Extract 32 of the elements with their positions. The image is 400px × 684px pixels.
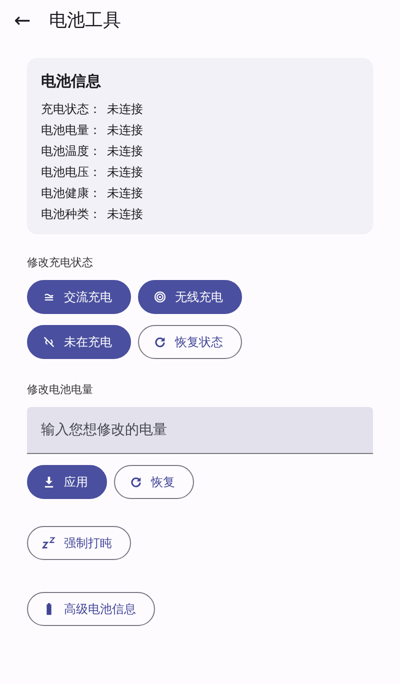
refresh-icon xyxy=(153,335,167,349)
action-button[interactable]: 应用 xyxy=(27,465,107,499)
action-button[interactable]: 交流充电 xyxy=(27,280,131,314)
info-value: 未连接 xyxy=(107,143,143,160)
info-value: 未连接 xyxy=(107,122,143,139)
reset-button[interactable]: 恢复 xyxy=(114,465,194,499)
reset-button[interactable]: 恢复状态 xyxy=(138,325,242,359)
wireless-icon xyxy=(153,290,167,304)
action-button[interactable]: 未在充电 xyxy=(27,325,131,359)
section-label: 修改充电状态 xyxy=(27,255,94,270)
info-label: 电池种类： xyxy=(41,206,101,223)
info-label: 电池健康： xyxy=(41,185,101,202)
level-input-field[interactable]: 输入您想修改的电量 xyxy=(27,407,373,454)
info-label: 电池电压： xyxy=(41,164,101,181)
download-icon xyxy=(42,475,56,489)
action-button[interactable]: 无线充电 xyxy=(138,280,242,314)
back-icon[interactable]: ← xyxy=(14,10,31,30)
info-value: 未连接 xyxy=(107,164,143,181)
screen-title: 电池工具 xyxy=(48,9,121,32)
action-button[interactable]: 高级电池信息 xyxy=(27,592,155,626)
section-label: 修改电池电量 xyxy=(27,382,94,397)
info-value: 未连接 xyxy=(107,101,143,118)
info-value: 未连接 xyxy=(107,185,143,202)
refresh-icon xyxy=(129,475,143,489)
card-title: 电池信息 xyxy=(41,72,102,91)
sleep-icon xyxy=(42,536,56,550)
info-label: 充电状态： xyxy=(41,101,101,118)
info-value: 未连接 xyxy=(107,206,143,223)
unplugged-icon xyxy=(42,335,56,349)
action-button[interactable]: 强制打盹 xyxy=(27,526,131,560)
info-label: 电池电量： xyxy=(41,122,101,139)
info-label: 电池温度： xyxy=(41,143,101,160)
